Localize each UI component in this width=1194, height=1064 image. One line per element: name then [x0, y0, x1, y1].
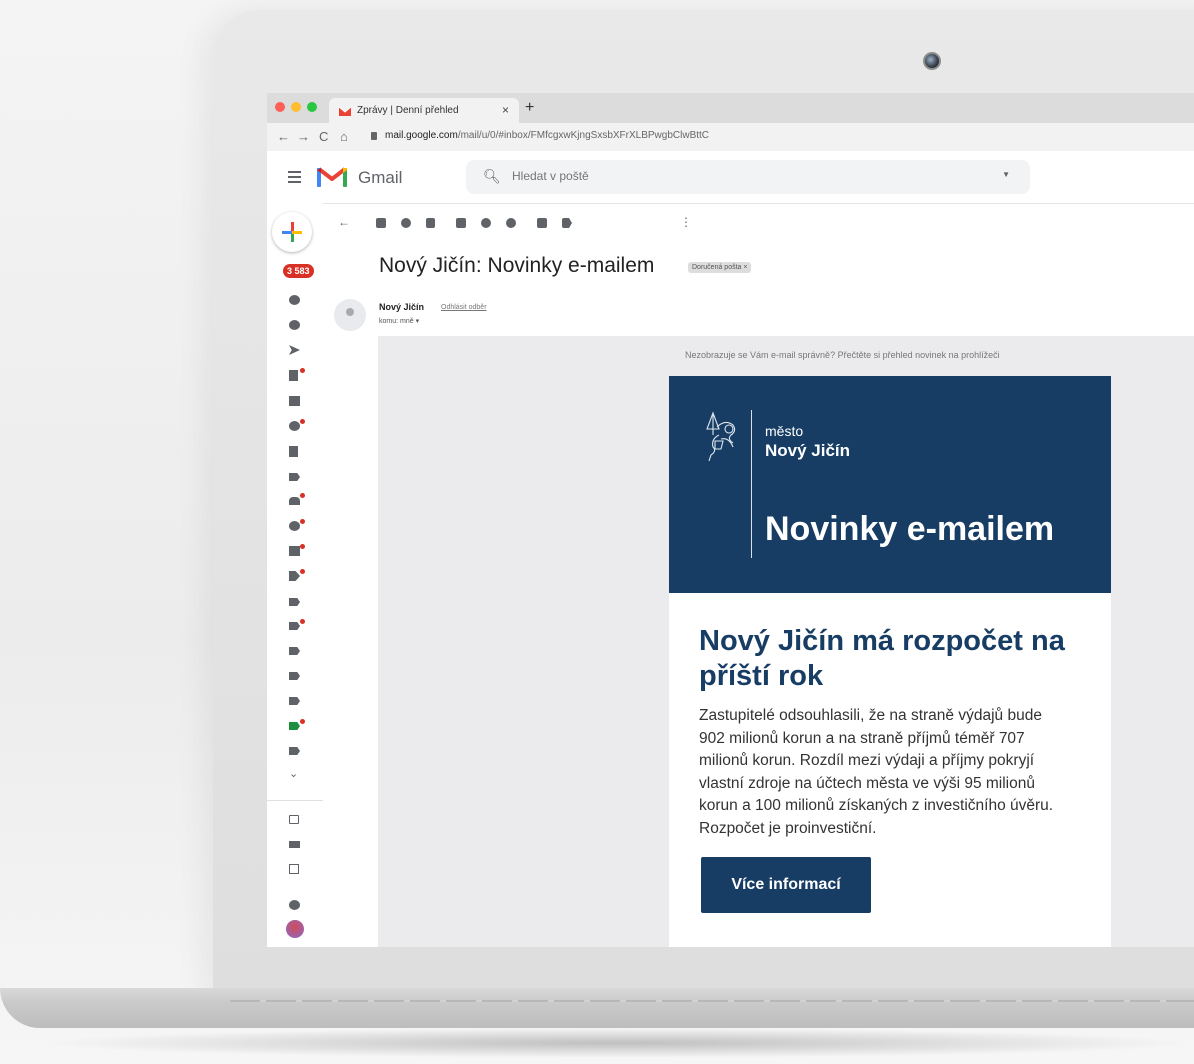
drafts-dot-icon	[300, 368, 305, 373]
close-tab-icon[interactable]: ×	[502, 103, 509, 117]
report-spam-icon[interactable]	[401, 218, 411, 228]
forums-dot-icon	[300, 544, 305, 549]
search-options-icon[interactable]: ▼	[1002, 170, 1010, 179]
back-to-inbox-icon[interactable]: ←	[338, 215, 350, 229]
trash-icon[interactable]	[289, 446, 298, 457]
calendar-icon[interactable]	[289, 864, 299, 874]
close-window-button[interactable]	[275, 102, 285, 112]
url-field[interactable]: mail.google.com/mail/u/0/#inbox/FMfcgxwK…	[385, 130, 709, 141]
all-mail-icon[interactable]	[289, 396, 300, 406]
updates-icon[interactable]	[289, 521, 300, 531]
meet-join-icon[interactable]	[289, 841, 300, 848]
webcam-icon	[923, 52, 941, 70]
gmail-wordmark: Gmail	[358, 168, 403, 187]
more-chevron-down-icon[interactable]: ⌄	[289, 767, 298, 780]
drafts-icon[interactable]	[289, 370, 298, 381]
city-prefix: město	[765, 423, 804, 439]
minimize-window-button[interactable]	[291, 102, 301, 112]
sender-name[interactable]: Nový Jičín	[379, 302, 424, 312]
reload-icon[interactable]: C	[319, 129, 328, 144]
important-icon[interactable]	[289, 320, 300, 330]
snoozed-icon[interactable]	[289, 295, 300, 305]
tab-bar: Zprávy | Denní přehled × +	[267, 93, 1194, 123]
screen: Zprávy | Denní přehled × + ← → C ⌂ mail.…	[267, 93, 1194, 947]
browser-tab[interactable]: Zprávy | Denní přehled ×	[329, 98, 519, 123]
label-dot-icon	[300, 619, 305, 624]
inbox-unread-badge[interactable]: 3 583	[283, 264, 314, 278]
window-controls	[275, 102, 317, 112]
add-to-tasks-icon[interactable]	[506, 218, 516, 228]
new-tab-button[interactable]: +	[525, 99, 534, 117]
labels-icon[interactable]	[562, 218, 572, 228]
city-name: Nový Jičín	[765, 441, 851, 460]
maximize-window-button[interactable]	[307, 102, 317, 112]
tab-title: Zprávy | Denní přehled	[357, 105, 459, 116]
newsletter-title: Novinky e-mailem	[765, 510, 1055, 548]
forums-icon[interactable]	[289, 546, 300, 556]
hangouts-icon[interactable]	[289, 900, 300, 910]
search-bar[interactable]: 🔍︎ ▼	[466, 160, 1030, 194]
home-icon[interactable]: ⌂	[340, 129, 348, 144]
move-to-icon[interactable]	[537, 218, 547, 228]
url-host: mail.google.com	[385, 130, 458, 141]
rail-divider	[267, 800, 323, 801]
article-headline: Nový Jičín má rozpočet na příští rok	[699, 625, 1065, 692]
lock-icon	[371, 132, 377, 140]
delete-icon[interactable]	[426, 218, 435, 228]
address-bar: ← → C ⌂ mail.google.com/mail/u/0/#inbox/…	[267, 123, 1194, 152]
unsubscribe-link[interactable]: Odhlásit odběr	[441, 304, 487, 311]
snooze-icon[interactable]	[481, 218, 491, 228]
user-avatar[interactable]	[286, 920, 304, 938]
gmail-favicon-icon	[339, 106, 351, 116]
social-dot-icon	[300, 493, 305, 498]
sender-avatar	[334, 299, 366, 331]
laptop-hinge	[230, 1000, 1194, 1002]
spam-icon[interactable]	[289, 421, 300, 431]
search-input[interactable]	[510, 168, 914, 184]
label-dot-icon	[300, 719, 305, 724]
more-info-button[interactable]: Více informací	[701, 857, 871, 913]
updates-dot-icon	[300, 519, 305, 524]
newsletter-hero	[669, 376, 1111, 593]
compose-button[interactable]	[272, 212, 312, 252]
view-in-browser-notice[interactable]: Nezobrazuje se Vám e-mail správně? Přečt…	[685, 350, 1000, 360]
back-icon[interactable]: ←	[277, 129, 290, 144]
laptop-base	[0, 988, 1194, 1028]
gmail-logo-icon	[317, 167, 347, 187]
mark-unread-icon[interactable]	[456, 218, 466, 228]
spam-dot-icon	[300, 419, 305, 424]
hero-divider	[751, 410, 752, 558]
forward-icon[interactable]: →	[297, 129, 310, 144]
city-crest-logo-icon	[706, 411, 736, 462]
more-options-icon[interactable]: ⋮	[680, 215, 692, 229]
email-subject: Nový Jičín: Novinky e-mailem	[379, 254, 655, 277]
url-path: /mail/u/0/#inbox/FMfcgxwKjngSxsbXFrXLBPw…	[457, 130, 710, 141]
article-body: Zastupitelé odsouhlasili, že na straně v…	[699, 707, 1054, 837]
search-icon[interactable]: 🔍︎	[483, 168, 501, 185]
recipient-details[interactable]: komu: mně ▾	[379, 317, 419, 325]
meet-new-icon[interactable]	[289, 815, 299, 824]
promotions-dot-icon	[300, 569, 305, 574]
main-menu-icon[interactable]	[288, 171, 301, 186]
social-icon[interactable]	[289, 497, 300, 505]
inbox-label-chip[interactable]: Doručená pošta ×	[688, 262, 752, 273]
laptop-shadow	[40, 1028, 1194, 1058]
archive-icon[interactable]	[376, 218, 386, 228]
